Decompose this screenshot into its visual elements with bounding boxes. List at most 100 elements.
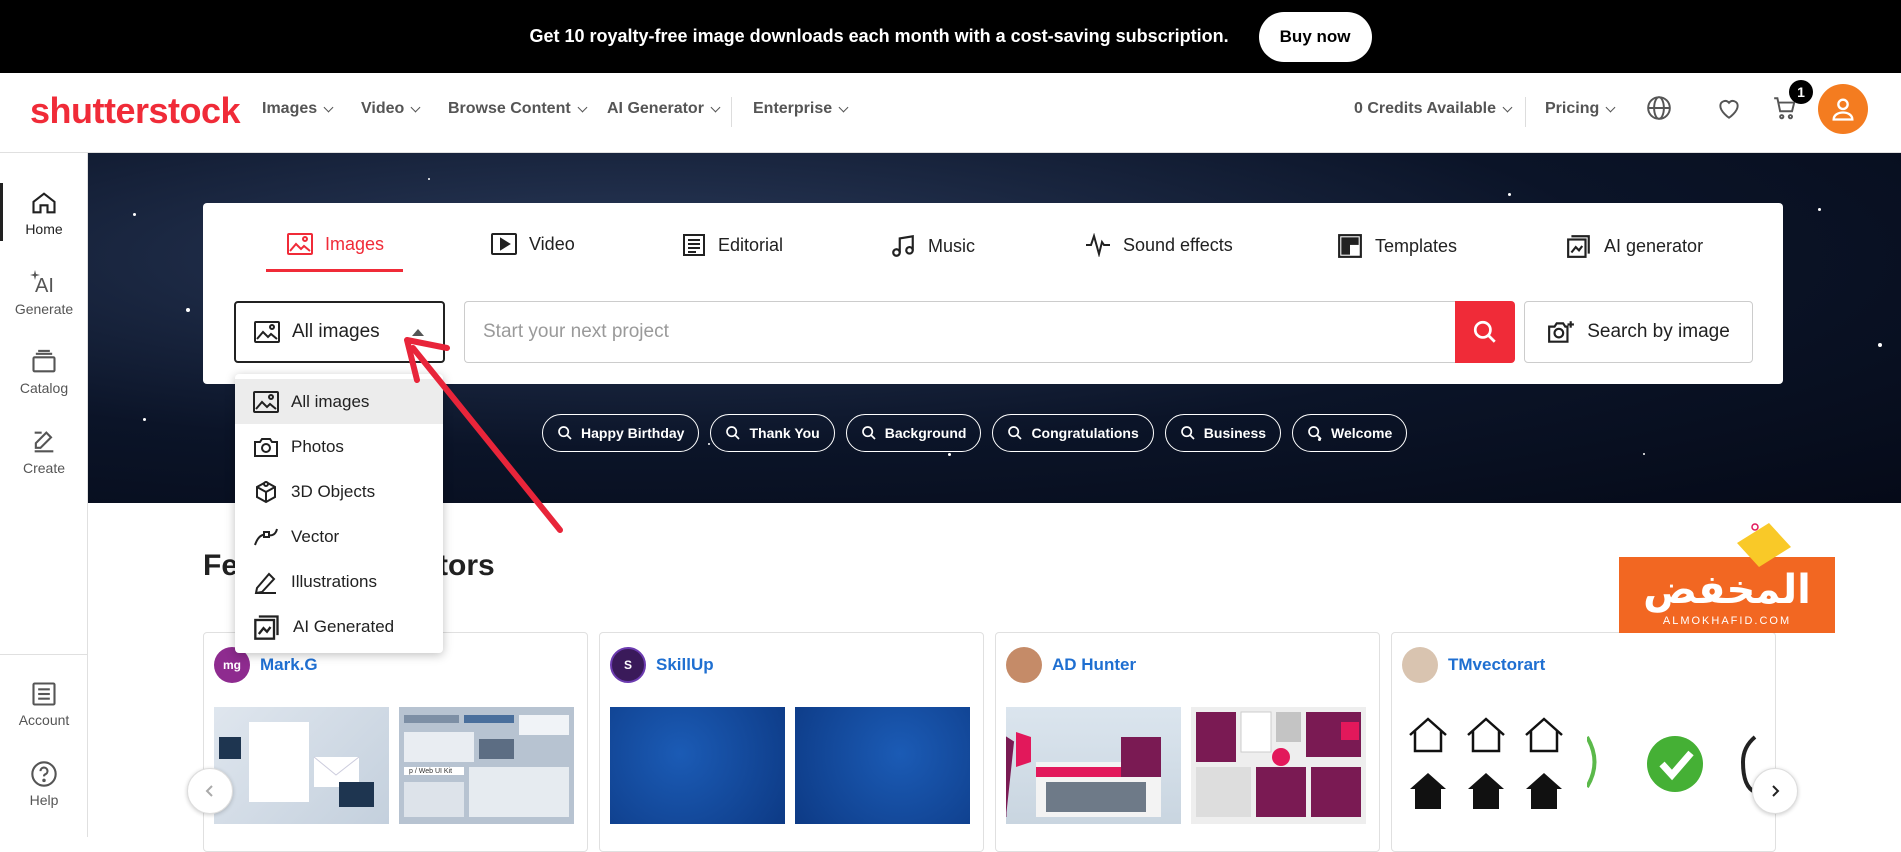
rail-divider (0, 654, 88, 655)
ai-generated-icon (254, 614, 279, 640)
contributor-card[interactable]: mg Mark.G p / Web UI Kit (203, 632, 588, 852)
nav-divider (1525, 97, 1526, 127)
tab-editorial[interactable]: Editorial (682, 233, 783, 257)
account-list-icon (32, 682, 56, 706)
catalog-icon (32, 349, 56, 373)
chevron-down-icon (838, 102, 849, 112)
contributor-card[interactable]: TMvectorart (1391, 632, 1776, 852)
user-avatar[interactable] (1818, 84, 1868, 134)
contributor-name[interactable]: SkillUp (656, 655, 714, 675)
chevron-down-icon (710, 102, 721, 112)
contributor-name[interactable]: TMvectorart (1448, 655, 1545, 675)
contributor-thumbnail[interactable]: p / Web UI Kit (399, 707, 574, 824)
tab-sound-effects[interactable]: Sound effects (1085, 233, 1233, 257)
search-button[interactable] (1455, 301, 1515, 363)
svg-text:p / Web UI Kit: p / Web UI Kit (409, 768, 452, 775)
contributor-thumbnail[interactable] (1191, 707, 1366, 824)
shutterstock-logo[interactable]: shutterstock (30, 90, 241, 132)
rail-item-help[interactable]: Help (0, 760, 88, 808)
chevron-down-icon (577, 102, 588, 112)
contributor-name[interactable]: AD Hunter (1052, 655, 1136, 675)
camera-plus-icon (1548, 321, 1575, 343)
heart-icon[interactable] (1714, 93, 1744, 123)
cart-count-badge: 1 (1789, 80, 1813, 104)
avatar: S (610, 647, 646, 683)
tab-video[interactable]: Video (491, 233, 575, 255)
search-by-image-button[interactable]: Search by image (1524, 301, 1753, 363)
avatar (1006, 647, 1042, 683)
buy-now-button[interactable]: Buy now (1258, 11, 1372, 62)
house-icon (1409, 717, 1563, 809)
contributor-thumbnail[interactable] (1585, 707, 1762, 824)
nav-images[interactable]: Images (262, 100, 334, 118)
search-icon (1473, 320, 1496, 343)
image-icon (254, 321, 280, 343)
rail-item-create[interactable]: Create (0, 428, 88, 476)
nav-enterprise[interactable]: Enterprise (753, 100, 849, 118)
carousel-prev-button[interactable] (187, 768, 233, 814)
avatar (1402, 647, 1438, 683)
contributor-thumbnail[interactable] (1005, 707, 1181, 824)
almokhafid-watermark: المخفض ALMOKHAFID.COM (1619, 523, 1835, 633)
pricing-menu[interactable]: Pricing (1545, 100, 1616, 118)
suggested-searches: Happy Birthday Thank You Background Cong… (542, 414, 1408, 452)
suggestion-chip[interactable]: Thank You (710, 414, 835, 452)
globe-icon[interactable] (1644, 93, 1674, 123)
promo-banner: Get 10 royalty-free image downloads each… (0, 0, 1901, 73)
rail-item-home[interactable]: Home (0, 189, 88, 237)
credits-menu[interactable]: 0 Credits Available (1354, 100, 1513, 118)
home-icon (32, 192, 56, 214)
contributor-thumbnail[interactable] (1402, 707, 1577, 824)
chevron-down-icon (1605, 102, 1616, 112)
svg-text:AI: AI (35, 275, 54, 297)
ai-sparkle-icon: AI (30, 270, 54, 297)
search-icon (1008, 426, 1023, 440)
chevron-down-icon (323, 102, 334, 112)
search-icon (861, 426, 876, 440)
contributor-name[interactable]: Mark.G (260, 655, 318, 675)
suggestion-chip[interactable]: Business (1164, 414, 1282, 452)
svg-text:المخفض: المخفض (1643, 567, 1811, 613)
help-icon (31, 761, 57, 787)
tab-ai-generator[interactable]: AI generator (1566, 233, 1703, 259)
svg-text:ALMOKHAFID.COM: ALMOKHAFID.COM (1663, 615, 1791, 627)
rail-item-account[interactable]: Account (0, 680, 88, 728)
illustration-pen-icon (254, 572, 276, 594)
tab-templates[interactable]: Templates (1337, 233, 1457, 259)
image-icon (287, 233, 313, 255)
nav-ai-generator[interactable]: AI Generator (607, 100, 721, 118)
suggestion-chip[interactable]: Welcome (1292, 414, 1408, 452)
waveform-icon (1086, 233, 1110, 257)
search-icon (1180, 426, 1195, 440)
music-icon (892, 234, 914, 257)
ai-generator-icon (1567, 235, 1590, 258)
user-icon (1832, 98, 1854, 121)
tab-images[interactable]: Images (287, 233, 384, 255)
nav-video[interactable]: Video (361, 100, 421, 118)
active-tab-underline (266, 269, 403, 272)
dropdown-option-illustrations[interactable]: Illustrations (235, 559, 443, 604)
contributor-thumbnail[interactable] (610, 707, 785, 824)
carousel-next-button[interactable] (1752, 768, 1798, 814)
camera-icon (254, 437, 278, 457)
dropdown-option-ai-generated[interactable]: AI Generated (235, 604, 443, 649)
contributor-card[interactable]: AD Hunter (995, 632, 1380, 852)
rail-item-generate[interactable]: AI Generate (0, 267, 88, 317)
editorial-icon (683, 234, 705, 256)
contributor-thumbnail[interactable] (795, 707, 970, 824)
contributor-card[interactable]: S SkillUp (599, 632, 984, 852)
search-input[interactable] (464, 301, 1455, 363)
contributor-thumbnail[interactable] (214, 707, 389, 824)
rail-item-catalog[interactable]: Catalog (0, 348, 88, 396)
chevron-right-icon (1772, 785, 1780, 797)
left-rail: Home AI Generate Catalog Create Account … (0, 153, 88, 837)
chevron-down-icon (410, 102, 421, 112)
nav-browse-content[interactable]: Browse Content (448, 100, 588, 118)
featured-contributors-row: mg Mark.G p / Web UI Kit S SkillUp AD Hu… (203, 632, 1776, 852)
create-icon (34, 431, 54, 453)
suggestion-chip[interactable]: Congratulations (992, 414, 1154, 452)
annotation-arrow (404, 337, 563, 533)
chevron-left-icon (205, 785, 213, 797)
tab-music[interactable]: Music (890, 233, 975, 259)
suggestion-chip[interactable]: Background (845, 414, 982, 452)
